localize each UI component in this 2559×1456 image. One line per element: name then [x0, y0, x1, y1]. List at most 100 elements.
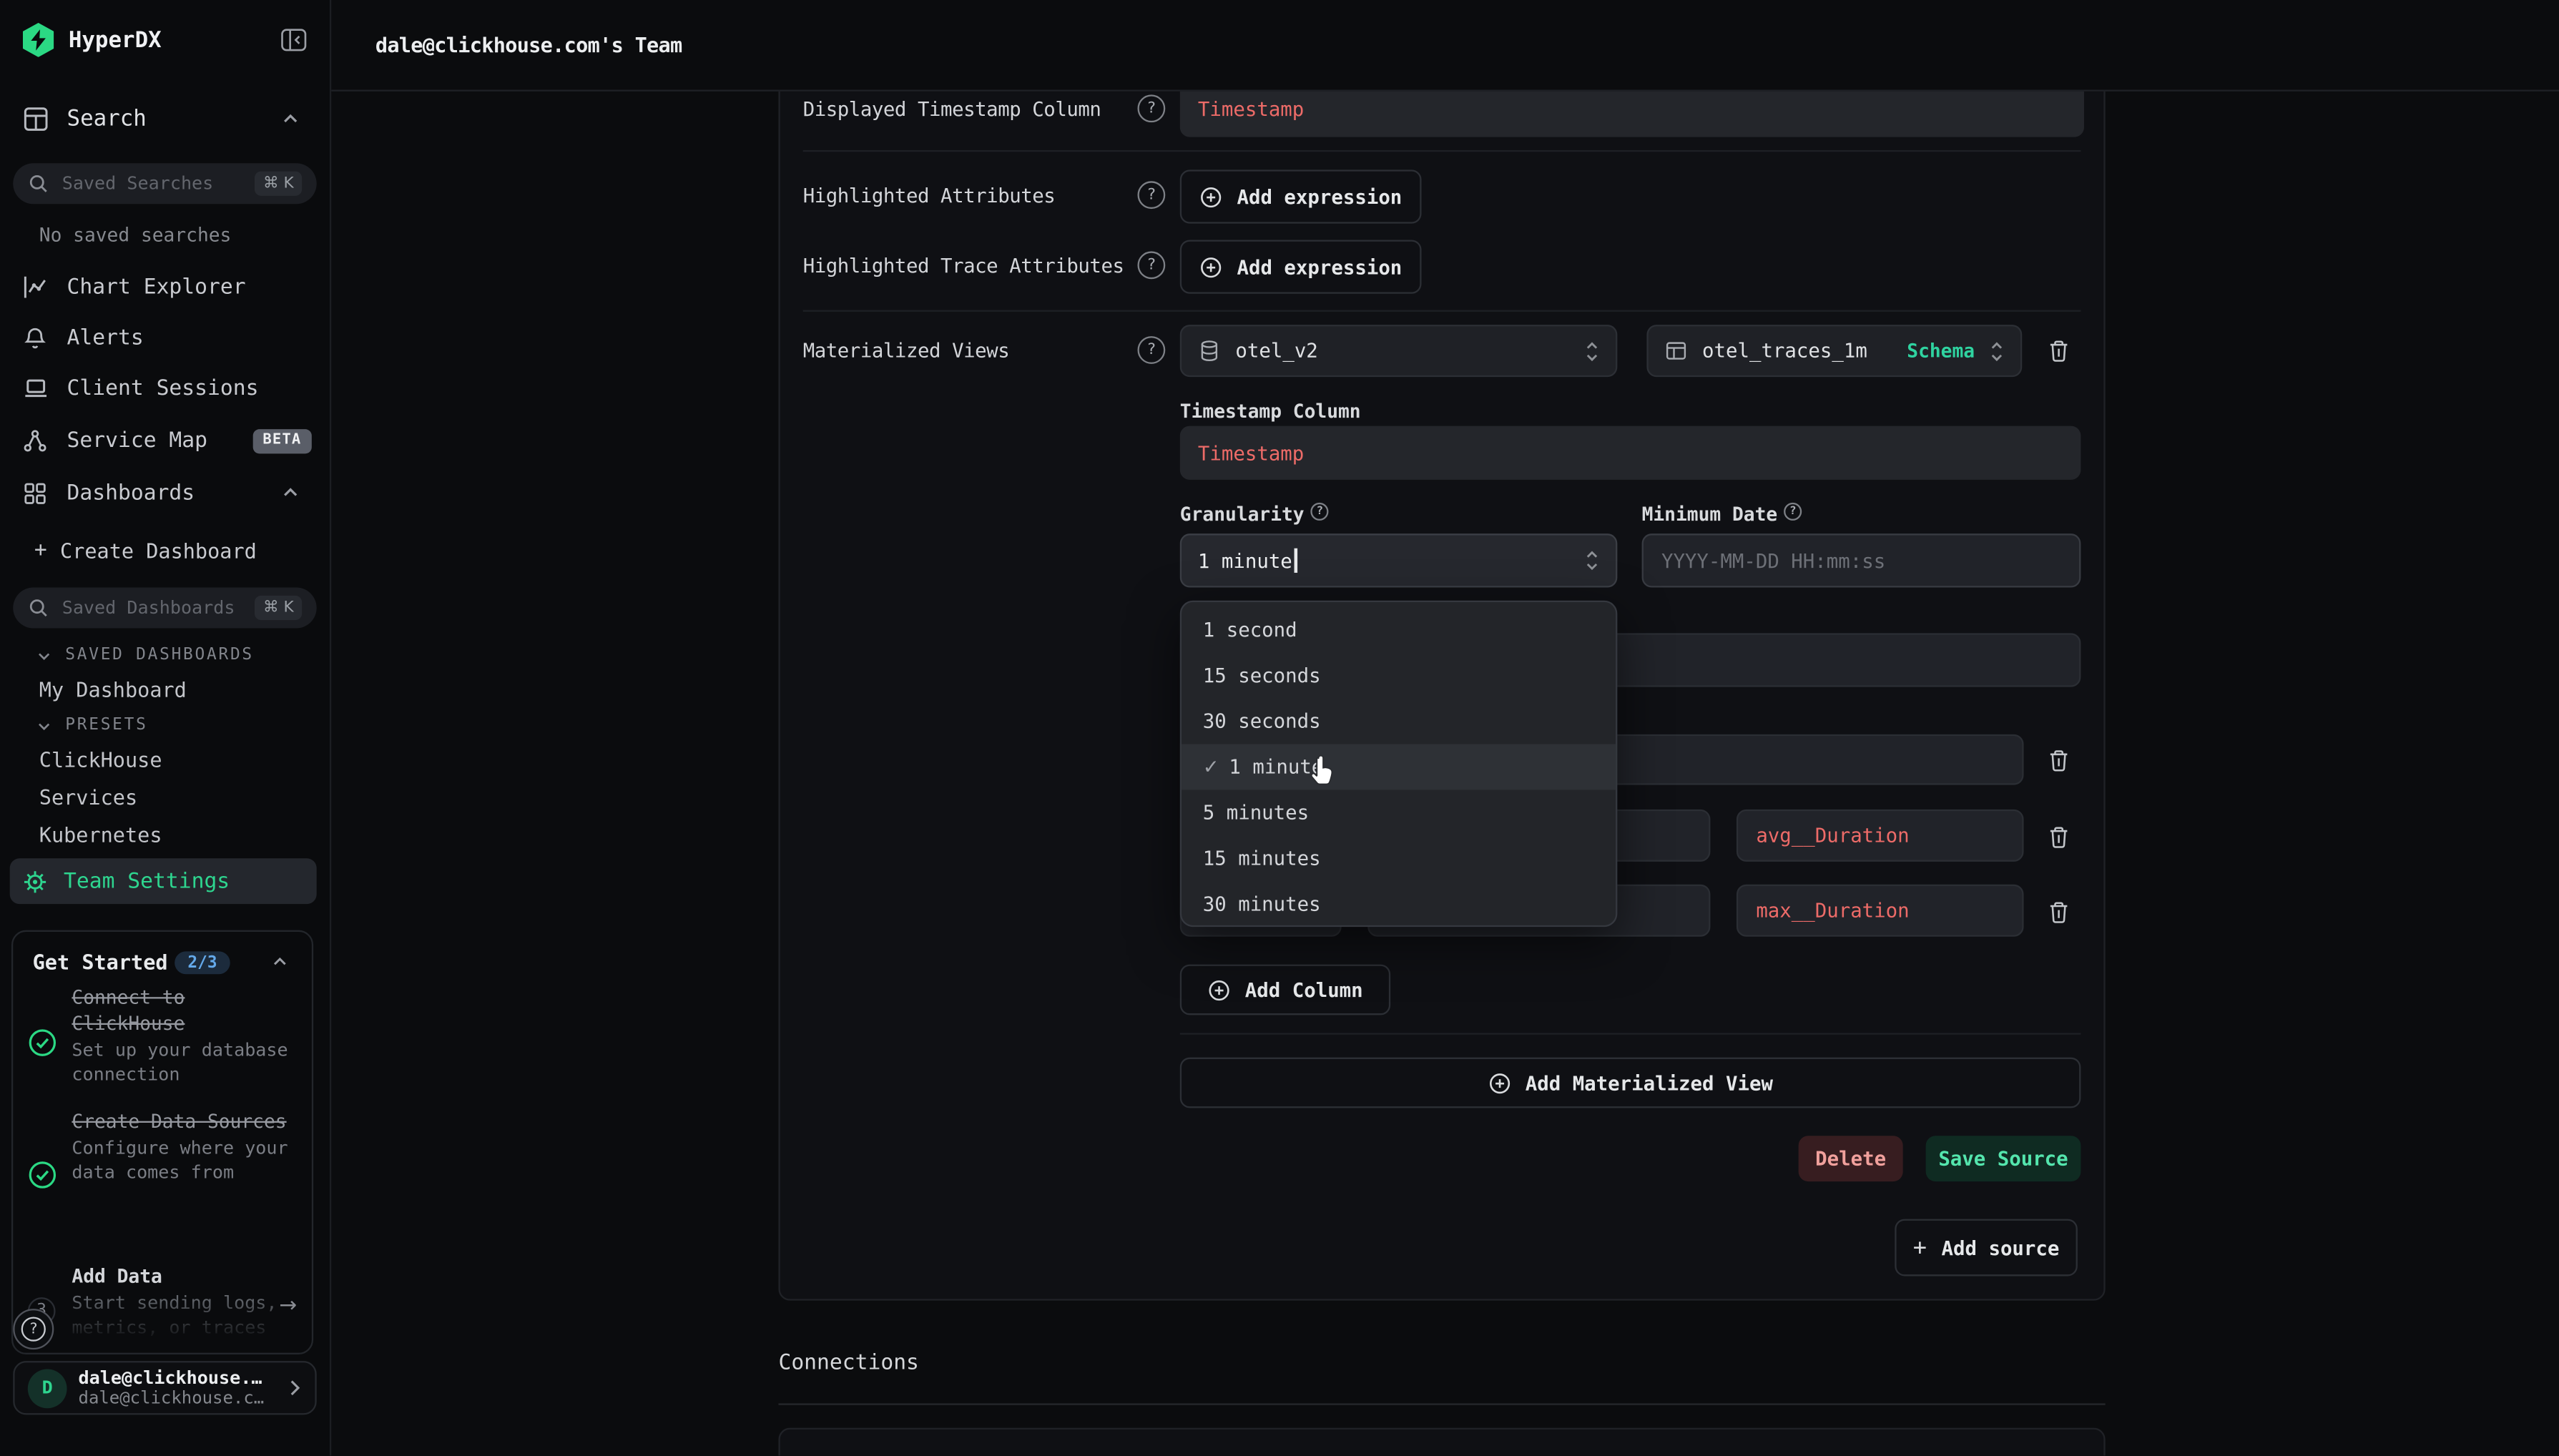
sidebar-item-dashboards[interactable]: Dashboards [0, 470, 330, 516]
sidebar-item-label: Chart Explorer [67, 275, 246, 299]
column-alias-input[interactable]: max__Duration [1737, 885, 2024, 937]
step-description: Configure where your data comes from [72, 1137, 297, 1184]
get-started-item[interactable]: Add Data Start sending logs, metrics, or… [72, 1263, 284, 1339]
hyperdx-logo-icon [23, 23, 54, 57]
sidebar-item-team-settings[interactable]: Team Settings [10, 858, 317, 904]
highlighted-trace-attributes-label: Highlighted Trace Attributes [803, 255, 1124, 277]
delete-materialized-view-icon[interactable] [2043, 336, 2073, 365]
column-alias-input[interactable]: avg__Duration [1737, 810, 2024, 862]
presets-group[interactable]: PRESETS [36, 717, 147, 734]
chevron-updown-icon [1990, 337, 2005, 365]
input-value: max__Duration [1756, 899, 1909, 922]
delete-button[interactable]: Delete [1799, 1136, 1903, 1181]
input-value: avg__Duration [1756, 824, 1909, 847]
add-source-button[interactable]: + Add source [1895, 1219, 2078, 1277]
shortcut-badge: ⌘ K [255, 596, 303, 620]
saved-dashboards-group[interactable]: SAVED DASHBOARDS [36, 646, 254, 664]
sidebar-item-client-sessions[interactable]: Client Sessions [0, 365, 330, 411]
delete-column-icon[interactable] [2043, 746, 2073, 775]
highlighted-attributes-label: Highlighted Attributes [803, 185, 1056, 207]
timestamp-column-label: Timestamp Column [1180, 400, 1361, 423]
sidebar-item-services[interactable]: Services [39, 785, 137, 810]
button-label: Add Materialized View [1526, 1071, 1773, 1094]
delete-column-icon[interactable] [2043, 822, 2073, 852]
dropdown-option[interactable]: 30 minutes [1182, 881, 1616, 927]
schema-badge[interactable]: Schema [1907, 340, 1975, 363]
help-icon[interactable]: ? [1137, 336, 1165, 364]
chevron-up-icon[interactable] [271, 953, 289, 971]
dropdown-option-selected[interactable]: ✓ 1 minute [1182, 744, 1616, 790]
dropdown-option[interactable]: 30 seconds [1182, 699, 1616, 744]
divider [778, 1403, 2105, 1405]
granularity-value: 1 minute [1198, 549, 1570, 572]
table-select-value: otel_traces_1m [1702, 340, 1892, 363]
database-icon [1198, 340, 1221, 363]
help-icon[interactable]: ? [1137, 181, 1165, 209]
button-label: Save Source [1938, 1147, 2068, 1170]
bell-icon [23, 325, 49, 351]
create-dashboard-label: Create Dashboard [60, 538, 257, 562]
shortcut-badge: ⌘ K [255, 172, 303, 196]
sidebar-item-label: Client Sessions [67, 376, 259, 400]
dropdown-option[interactable]: 15 minutes [1182, 835, 1616, 881]
create-dashboard-button[interactable]: + Create Dashboard [0, 527, 330, 573]
plus-circle-icon [1199, 255, 1222, 278]
dropdown-option[interactable]: 15 seconds [1182, 653, 1616, 699]
help-icon[interactable]: ? [1137, 251, 1165, 279]
saved-dashboards-placeholder: Saved Dashboards [62, 597, 242, 619]
step-description: Set up your database connection [72, 1040, 297, 1087]
sidebar-item-kubernetes[interactable]: Kubernetes [39, 822, 162, 847]
add-expression-button[interactable]: Add expression [1180, 240, 1422, 293]
sidebar-item-clickhouse[interactable]: ClickHouse [39, 747, 162, 772]
help-icon[interactable]: ? [1311, 503, 1329, 521]
database-select[interactable]: otel_v2 [1180, 325, 1618, 377]
step-description: Start sending logs, metrics, or traces [72, 1292, 284, 1339]
saved-dashboards-input[interactable]: Saved Dashboards ⌘ K [13, 587, 316, 628]
granularity-combobox[interactable]: 1 minute [1180, 533, 1618, 587]
get-started-item[interactable]: Create Data Sources Configure where your… [72, 1108, 297, 1184]
help-icon[interactable]: ? [1137, 94, 1165, 122]
sidebar-item-alerts[interactable]: Alerts [0, 315, 330, 360]
table-select[interactable]: otel_traces_1m Schema [1646, 325, 2022, 377]
sidebar-item-label: Service Map [67, 428, 207, 453]
plus-icon: + [1913, 1234, 1927, 1261]
materialized-views-label: Materialized Views [803, 340, 1010, 363]
user-email: dale@clickhouse.c… [79, 1389, 276, 1408]
get-started-card: Get Started 2/3 Connect to ClickHouse Se… [11, 930, 313, 1354]
get-started-title: Get Started [33, 950, 168, 974]
search-icon [28, 173, 49, 195]
add-materialized-view-button[interactable]: Add Materialized View [1180, 1058, 2081, 1108]
help-icon[interactable]: ? [1784, 503, 1802, 521]
button-label: Add expression [1237, 255, 1402, 278]
sidebar-item-chart-explorer[interactable]: Chart Explorer [0, 265, 330, 310]
timestamp-column-input[interactable]: Timestamp [1180, 426, 2081, 480]
group-label: PRESETS [65, 717, 147, 734]
sidebar: HyperDX Search Saved Searches ⌘ K No sav… [0, 0, 331, 1455]
divider [803, 150, 2081, 152]
granularity-dropdown: 1 second 15 seconds 30 seconds ✓ 1 minut… [1180, 601, 1618, 927]
delete-column-icon[interactable] [2043, 897, 2073, 927]
user-menu[interactable]: D dale@clickhouse.… dale@clickhouse.c… [13, 1361, 316, 1415]
minimum-date-label: Minimum Date? [1642, 503, 1802, 526]
sidebar-item-service-map[interactable]: Service Map BETA [0, 418, 330, 463]
add-column-button[interactable]: Add Column [1180, 965, 1390, 1015]
get-started-item[interactable]: Connect to ClickHouse Set up your databa… [72, 984, 297, 1087]
dropdown-option[interactable]: 1 second [1182, 607, 1616, 653]
sidebar-item-my-dashboard[interactable]: My Dashboard [39, 677, 187, 702]
help-button[interactable]: ? [13, 1309, 54, 1349]
text-cursor [1295, 549, 1297, 573]
sidebar-item-search[interactable]: Search [0, 97, 330, 142]
add-expression-button[interactable]: Add expression [1180, 169, 1422, 223]
minimum-date-input[interactable]: YYYY-MM-DD HH:mm:ss [1642, 533, 2081, 587]
step-title: Connect to ClickHouse [72, 984, 297, 1036]
dropdown-option[interactable]: 5 minutes [1182, 790, 1616, 835]
sidebar-collapse-button[interactable] [280, 28, 307, 52]
table-icon [1665, 340, 1688, 363]
chevron-updown-icon [1585, 546, 1600, 574]
saved-searches-input[interactable]: Saved Searches ⌘ K [13, 163, 316, 204]
save-source-button[interactable]: Save Source [1926, 1136, 2081, 1181]
search-section-icon [23, 106, 49, 132]
plus-circle-icon [1207, 978, 1230, 1001]
chevron-up-icon[interactable] [280, 483, 300, 502]
chevron-up-icon[interactable] [280, 109, 300, 129]
